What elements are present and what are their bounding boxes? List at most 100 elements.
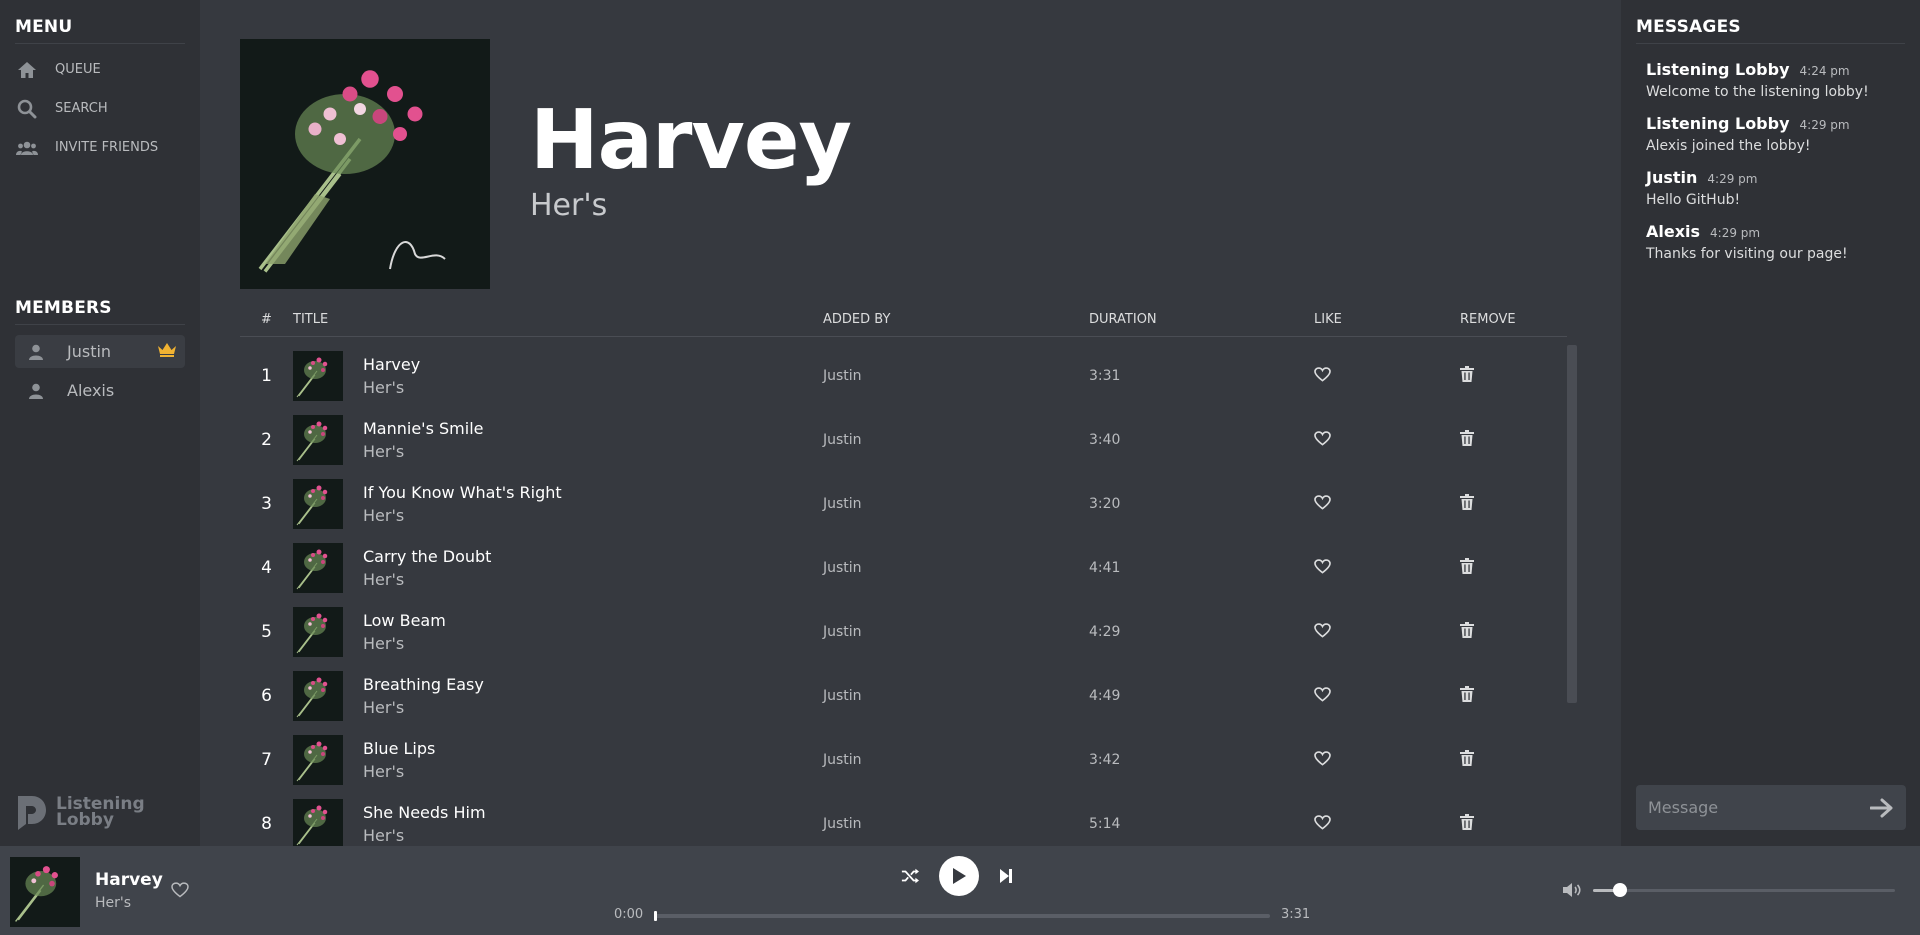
track-artist: Her's <box>363 506 405 525</box>
trash-icon[interactable] <box>1460 366 1474 382</box>
message-text: Hello GitHub! <box>1646 192 1741 208</box>
total-time: 3:31 <box>1281 907 1311 922</box>
like-heart-icon[interactable] <box>1314 366 1331 382</box>
menu-item-label: INVITE FRIENDS <box>55 140 159 155</box>
trash-icon[interactable] <box>1460 750 1474 766</box>
track-artist: Her's <box>363 442 405 461</box>
message-list: Listening Lobby 4:24 pm Welcome to the lis… <box>1636 60 1905 262</box>
track-title: Carry the Doubt <box>363 547 492 566</box>
home-icon <box>15 61 39 79</box>
table-row[interactable]: 1 Harvey Her's Justin 3:31 <box>240 344 1567 408</box>
like-heart-icon[interactable] <box>1314 750 1331 766</box>
trash-icon[interactable] <box>1460 622 1474 638</box>
album-cover <box>240 39 490 289</box>
track-title: Low Beam <box>363 611 446 630</box>
track-duration: 4:49 <box>1089 688 1121 704</box>
send-arrow-icon[interactable] <box>1870 798 1894 818</box>
like-heart-icon[interactable] <box>1314 814 1331 830</box>
members-title: MEMBERS <box>15 298 185 325</box>
track-cover <box>293 671 343 721</box>
player-like-heart-icon[interactable] <box>171 882 189 898</box>
message-text: Alexis joined the lobby! <box>1646 138 1811 154</box>
header-remove: REMOVE <box>1460 312 1516 327</box>
member-name: Justin <box>67 342 112 361</box>
trash-icon[interactable] <box>1460 686 1474 702</box>
table-row[interactable]: 2 Mannie's Smile Her's Justin 3:40 <box>240 408 1567 472</box>
header-added-by: ADDED BY <box>823 312 891 327</box>
track-number: 8 <box>261 814 272 834</box>
message-text: Thanks for visiting our page! <box>1646 246 1848 262</box>
hero-artist-name: Her's <box>530 187 608 223</box>
track-cover <box>293 799 343 846</box>
player-song-title: Harvey <box>95 870 163 890</box>
like-heart-icon[interactable] <box>1314 494 1331 510</box>
trash-icon[interactable] <box>1460 430 1474 446</box>
like-heart-icon[interactable] <box>1314 558 1331 574</box>
queue-scrollbar[interactable] <box>1567 345 1577 703</box>
track-number: 6 <box>261 686 272 706</box>
skip-next-icon[interactable] <box>999 868 1013 884</box>
table-row[interactable]: 5 Low Beam Her's Justin 4:29 <box>240 600 1567 664</box>
track-artist: Her's <box>363 762 405 781</box>
users-icon <box>15 140 39 156</box>
message-author: Listening Lobby <box>1646 114 1790 133</box>
progress-knob[interactable] <box>654 911 657 921</box>
table-row[interactable]: 7 Blue Lips Her's Justin 3:42 <box>240 728 1567 792</box>
menu-item-invite-friends[interactable]: INVITE FRIENDS <box>15 128 185 167</box>
track-cover <box>293 735 343 785</box>
header-title: TITLE <box>293 312 329 327</box>
progress-bar[interactable] <box>654 911 1270 921</box>
track-artist: Her's <box>363 698 405 717</box>
message-time: 4:29 pm <box>1707 172 1758 186</box>
member-item-justin[interactable]: Justin <box>15 335 185 368</box>
track-cover <box>293 415 343 465</box>
like-heart-icon[interactable] <box>1314 430 1331 446</box>
trash-icon[interactable] <box>1460 558 1474 574</box>
trash-icon[interactable] <box>1460 814 1474 830</box>
track-number: 7 <box>261 750 272 770</box>
track-title-cell: Carry the Doubt Her's <box>293 543 823 593</box>
volume-slider[interactable] <box>1593 883 1895 897</box>
volume-icon[interactable] <box>1562 882 1582 898</box>
track-added-by: Justin <box>823 752 862 768</box>
track-artist: Her's <box>363 826 405 845</box>
track-number: 5 <box>261 622 272 642</box>
table-row[interactable]: 8 She Needs Him Her's Justin 5:14 <box>240 792 1567 846</box>
members-section: MEMBERS Justin Alexis <box>15 298 185 407</box>
playback-controls <box>901 856 1013 896</box>
play-icon <box>953 868 966 884</box>
header-like: LIKE <box>1314 312 1342 327</box>
message-input[interactable] <box>1648 798 1870 817</box>
like-heart-icon[interactable] <box>1314 622 1331 638</box>
track-duration: 3:42 <box>1089 752 1121 768</box>
track-number: 2 <box>261 430 272 450</box>
track-cover <box>293 607 343 657</box>
track-title-cell: Mannie's Smile Her's <box>293 415 823 465</box>
track-added-by: Justin <box>823 496 862 512</box>
volume-knob[interactable] <box>1613 883 1628 897</box>
table-row[interactable]: 4 Carry the Doubt Her's Justin 4:41 <box>240 536 1567 600</box>
member-name: Alexis <box>67 381 115 400</box>
track-cover <box>293 351 343 401</box>
track-number: 3 <box>261 494 272 514</box>
table-row[interactable]: 3 If You Know What's Right Her's Justin 3:20 <box>240 472 1567 536</box>
member-item-alexis[interactable]: Alexis <box>15 374 185 407</box>
messages-panel: MESSAGES Listening Lobby 4:24 pm Welcome t… <box>1621 0 1920 846</box>
header-duration: DURATION <box>1089 312 1157 327</box>
menu-item-queue[interactable]: QUEUE <box>15 50 185 89</box>
table-header: # TITLE ADDED BY DURATION LIKE REMOVE <box>240 303 1567 337</box>
menu-item-search[interactable]: SEARCH <box>15 89 185 128</box>
trash-icon[interactable] <box>1460 494 1474 510</box>
table-row[interactable]: 6 Breathing Easy Her's Justin 4:49 <box>240 664 1567 728</box>
logo-line-2: Lobby <box>56 810 114 830</box>
track-duration: 5:14 <box>1089 816 1121 832</box>
message-item: Listening Lobby 4:24 pm Welcome to the lis… <box>1636 60 1905 100</box>
play-button[interactable] <box>939 856 979 896</box>
message-time: 4:29 pm <box>1799 118 1850 132</box>
track-number: 4 <box>261 558 272 578</box>
queue-table: # TITLE ADDED BY DURATION LIKE REMOVE 1 H… <box>240 303 1567 846</box>
track-duration: 3:40 <box>1089 432 1121 448</box>
like-heart-icon[interactable] <box>1314 686 1331 702</box>
shuffle-icon[interactable] <box>901 868 919 884</box>
track-title: Breathing Easy <box>363 675 484 694</box>
